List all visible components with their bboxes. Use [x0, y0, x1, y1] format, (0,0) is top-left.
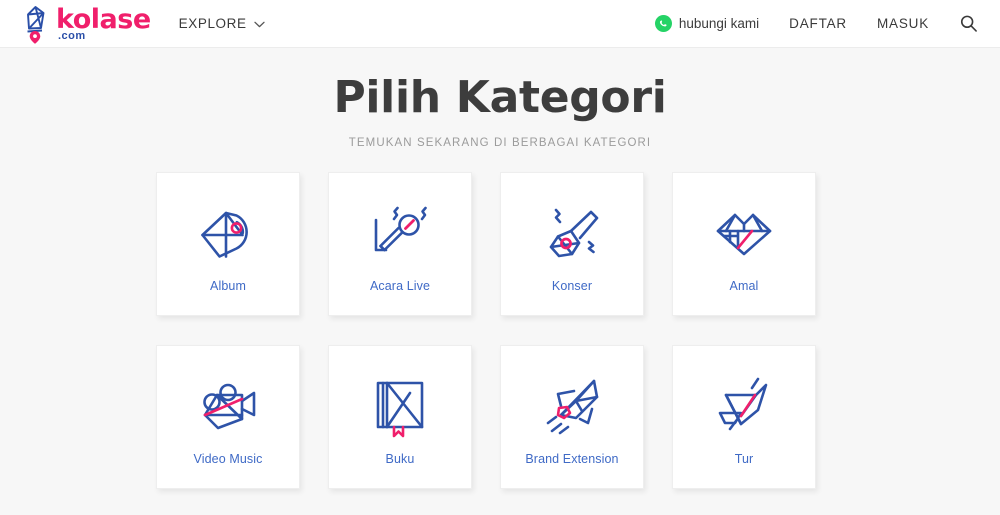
- kolase-origami-pin-logo-icon: [22, 4, 52, 44]
- category-card-label: Acara Live: [369, 279, 431, 293]
- category-card-album[interactable]: Album: [156, 172, 300, 316]
- category-card-label: Tur: [734, 452, 754, 466]
- category-grid: Album Acara Live Konser Amal Video Music…: [156, 172, 844, 489]
- book-bookmark-origami-icon: [364, 368, 436, 446]
- nav-explore[interactable]: EXPLORE: [179, 16, 265, 31]
- page-title: Pilih Kategori: [333, 72, 667, 123]
- paper-plane-origami-icon: [708, 368, 780, 446]
- category-card-label: Brand Extension: [525, 452, 619, 466]
- category-card-label: Video Music: [193, 452, 263, 466]
- category-card-video-music[interactable]: Video Music: [156, 345, 300, 489]
- category-card-acara-live[interactable]: Acara Live: [328, 172, 472, 316]
- category-card-tur[interactable]: Tur: [672, 345, 816, 489]
- main-content: Pilih Kategori TEMUKAN SEKARANG DI BERBA…: [0, 48, 1000, 489]
- guitar-origami-icon: [536, 195, 608, 273]
- album-vinyl-origami-icon: [192, 195, 264, 273]
- logo-name: kolase: [56, 3, 151, 35]
- page-subtitle: TEMUKAN SEKARANG DI BERBAGAI KATEGORI: [348, 137, 652, 149]
- nav-login-link[interactable]: MASUK: [877, 16, 929, 31]
- category-card-konser[interactable]: Konser: [500, 172, 644, 316]
- chevron-down-icon: [253, 16, 265, 31]
- header-nav-right: hubungi kami DAFTAR MASUK: [654, 14, 978, 33]
- nav-whatsapp-label: hubungi kami: [678, 16, 760, 31]
- diamond-heart-origami-icon: [708, 195, 780, 273]
- nav-explore-label: EXPLORE: [178, 16, 247, 31]
- search-icon[interactable]: [959, 14, 978, 33]
- category-card-label: Amal: [729, 279, 759, 293]
- logo-suffix: .com: [58, 29, 86, 42]
- category-card-label: Buku: [385, 452, 415, 466]
- category-card-brand-extension[interactable]: Brand Extension: [500, 345, 644, 489]
- category-card-amal[interactable]: Amal: [672, 172, 816, 316]
- film-camera-origami-icon: [192, 368, 264, 446]
- microphone-origami-icon: [364, 195, 436, 273]
- category-card-label: Album: [210, 279, 246, 293]
- whatsapp-icon: [654, 15, 672, 32]
- rocket-origami-icon: [536, 368, 608, 446]
- category-card-label: Konser: [551, 279, 593, 293]
- site-header: kolase .com EXPLORE hubungi kami DAFTAR …: [0, 0, 1000, 48]
- category-card-buku[interactable]: Buku: [328, 345, 472, 489]
- logo[interactable]: kolase .com: [22, 4, 151, 44]
- nav-register-link[interactable]: DAFTAR: [789, 16, 847, 31]
- nav-whatsapp-contact[interactable]: hubungi kami: [654, 15, 760, 32]
